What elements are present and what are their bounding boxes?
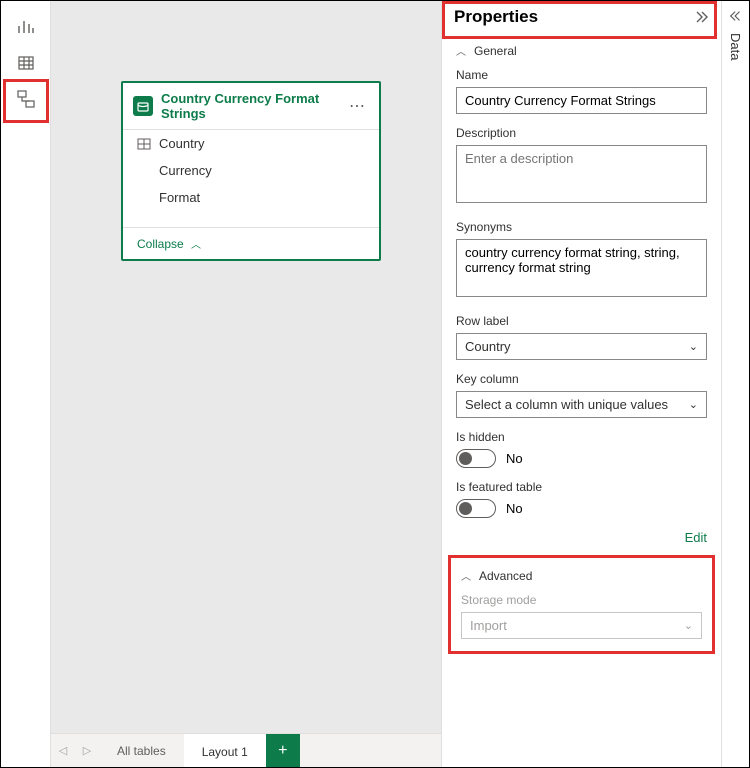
table-icon	[17, 54, 35, 72]
right-rail: Data	[721, 1, 749, 767]
table-field-row[interactable]: Currency	[123, 157, 379, 184]
tabs-next-button[interactable]: ▷	[75, 734, 99, 767]
expand-panel-button[interactable]	[693, 9, 709, 25]
table-card-title: Country Currency Format Strings	[161, 91, 345, 121]
row-label-label: Row label	[456, 314, 707, 328]
row-label-dropdown[interactable]: Country ⌄	[456, 333, 707, 360]
key-field-icon	[137, 138, 153, 150]
data-pane-label[interactable]: Data	[728, 33, 743, 60]
advanced-highlight: ︿ Advanced Storage mode Import ⌄	[448, 555, 715, 654]
chevron-down-icon: ⌄	[689, 340, 698, 353]
is-hidden-value: No	[506, 451, 523, 466]
key-column-field-group: Key column Select a column with unique v…	[442, 370, 721, 428]
table-type-icon	[133, 96, 153, 116]
name-input[interactable]	[456, 87, 707, 114]
chevrons-right-icon	[693, 9, 709, 25]
properties-panel: Properties ︿ General Name Description Sy…	[441, 1, 721, 767]
model-canvas[interactable]: Country Currency Format Strings ⋯ Countr…	[51, 1, 441, 767]
name-label: Name	[456, 68, 707, 82]
table-card-header[interactable]: Country Currency Format Strings ⋯	[123, 83, 379, 130]
synonyms-label: Synonyms	[456, 220, 707, 234]
table-field-row[interactable]: Format	[123, 184, 379, 211]
synonyms-field-group: Synonyms	[442, 218, 721, 312]
storage-mode-dropdown: Import ⌄	[461, 612, 702, 639]
bar-chart-icon	[17, 18, 35, 36]
is-hidden-toggle[interactable]	[456, 449, 496, 468]
chevron-down-icon: ⌄	[689, 398, 698, 411]
chevron-up-icon: ︿	[456, 43, 466, 58]
description-input[interactable]	[456, 145, 707, 203]
chevron-up-icon: ︿	[191, 240, 201, 251]
left-nav-rail	[1, 1, 51, 767]
data-view-button[interactable]	[8, 45, 44, 81]
collapse-data-button[interactable]	[729, 9, 743, 23]
chevron-down-icon: ⌄	[684, 619, 693, 632]
field-label: Format	[159, 190, 200, 205]
name-field-group: Name	[442, 66, 721, 124]
tab-layout-1[interactable]: Layout 1	[184, 734, 266, 767]
storage-mode-label: Storage mode	[461, 593, 702, 607]
is-featured-label: Is featured table	[456, 480, 707, 494]
description-label: Description	[456, 126, 707, 140]
synonyms-input[interactable]	[456, 239, 707, 297]
chevron-up-icon: ︿	[461, 568, 471, 583]
tabs-prev-button[interactable]: ◁	[51, 734, 75, 767]
report-view-button[interactable]	[8, 9, 44, 45]
edit-link[interactable]: Edit	[442, 528, 721, 555]
layout-tabs-bar: ◁ ▷ All tables Layout 1 +	[51, 733, 441, 767]
model-view-highlight	[3, 79, 49, 123]
description-field-group: Description	[442, 124, 721, 218]
is-featured-value: No	[506, 501, 523, 516]
storage-mode-field-group: Storage mode Import ⌄	[451, 591, 712, 651]
properties-header: Properties	[442, 1, 721, 33]
table-more-button[interactable]: ⋯	[345, 96, 369, 116]
is-featured-field-group: Is featured table No	[442, 478, 721, 528]
key-column-label: Key column	[456, 372, 707, 386]
field-label: Country	[159, 136, 205, 151]
is-featured-toggle[interactable]	[456, 499, 496, 518]
section-advanced[interactable]: ︿ Advanced	[451, 558, 712, 591]
field-label: Currency	[159, 163, 212, 178]
collapse-button[interactable]: Collapse ︿	[123, 227, 379, 259]
add-layout-button[interactable]: +	[266, 734, 300, 767]
key-column-dropdown[interactable]: Select a column with unique values ⌄	[456, 391, 707, 418]
is-hidden-field-group: Is hidden No	[442, 428, 721, 478]
is-hidden-label: Is hidden	[456, 430, 707, 444]
properties-title: Properties	[454, 7, 538, 27]
row-label-field-group: Row label Country ⌄	[442, 312, 721, 370]
table-card[interactable]: Country Currency Format Strings ⋯ Countr…	[121, 81, 381, 261]
tab-all-tables[interactable]: All tables	[99, 734, 184, 767]
chevrons-left-icon	[729, 9, 743, 23]
section-general[interactable]: ︿ General	[442, 33, 721, 66]
table-field-row[interactable]: Country	[123, 130, 379, 157]
